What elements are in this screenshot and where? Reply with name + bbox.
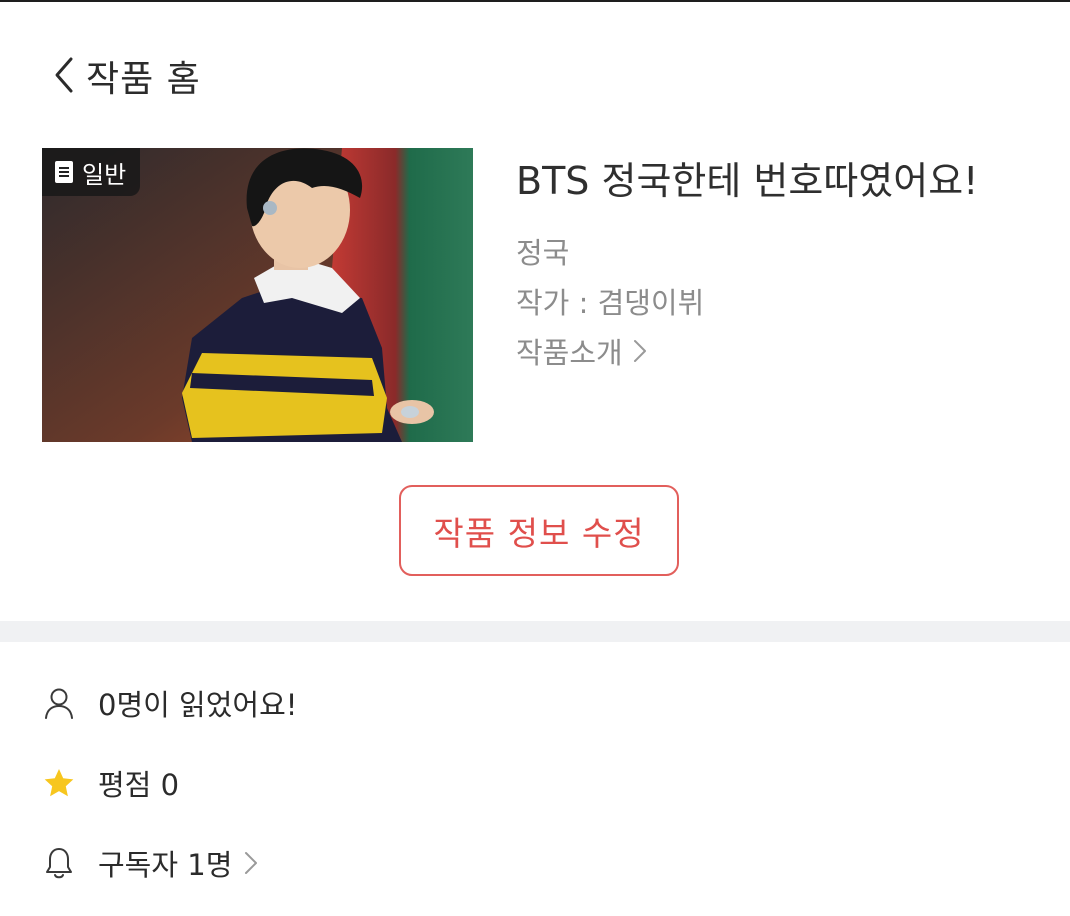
star-icon xyxy=(42,766,76,800)
chevron-right-icon xyxy=(245,852,258,874)
chevron-left-icon xyxy=(55,57,73,93)
work-intro-label: 작품소개 xyxy=(516,336,623,370)
work-title: BTS 정국한테 번호따였어요! xyxy=(516,159,979,203)
readers-count: 0명이 읽었어요! xyxy=(98,688,298,722)
document-icon xyxy=(55,161,73,183)
subscribers-row[interactable]: 구독자 1명 xyxy=(42,838,258,888)
genre-badge: 일반 xyxy=(42,148,141,196)
work-author: 작가 : 겸댕이뷔 xyxy=(516,286,705,320)
bell-icon xyxy=(42,846,76,880)
chevron-right-icon xyxy=(633,340,646,362)
back-button[interactable] xyxy=(44,52,84,98)
readers-row: 0명이 읽었어요! xyxy=(42,678,297,728)
subscribers-count: 구독자 1명 xyxy=(98,848,233,882)
work-tag: 정국 xyxy=(516,236,570,270)
page-title: 작품 홈 xyxy=(86,59,201,100)
work-intro-link[interactable]: 작품소개 xyxy=(516,330,647,372)
rating-row: 평점 0 xyxy=(42,758,179,808)
genre-badge-label: 일반 xyxy=(82,160,127,189)
page-header: 작품 홈 xyxy=(0,40,1070,110)
top-border xyxy=(0,0,1070,2)
person-icon xyxy=(42,686,76,720)
section-divider xyxy=(0,621,1070,642)
cover-image[interactable]: 일반 xyxy=(42,148,473,442)
edit-work-info-button[interactable]: 작품 정보 수정 xyxy=(399,485,679,576)
rating-value: 평점 0 xyxy=(98,768,180,802)
work-info: BTS 정국한테 번호따였어요! 정국 작가 : 겸댕이뷔 작품소개 xyxy=(516,148,979,370)
